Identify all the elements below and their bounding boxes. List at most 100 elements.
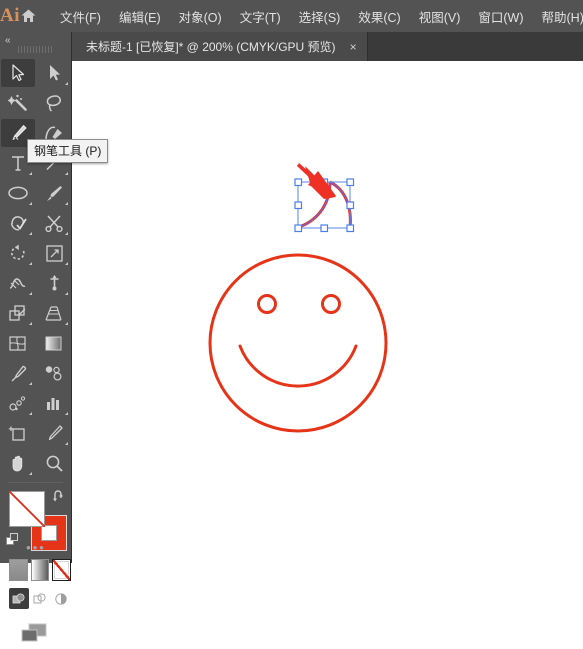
change-screen-mode-button[interactable] (19, 622, 49, 649)
menu-effect[interactable]: 效果(C) (349, 2, 409, 31)
screen-mode-controls (0, 612, 71, 649)
magnifier-icon (45, 454, 64, 473)
menu-item-list: 文件(F) 编辑(E) 对象(O) 文字(T) 选择(S) 效果(C) 视图(V… (51, 2, 583, 31)
tool-grid (0, 58, 71, 478)
menu-edit[interactable]: 编辑(E) (110, 2, 170, 31)
flyout-indicator (29, 172, 32, 175)
free-transform-tool[interactable] (37, 269, 71, 297)
panel-drag-handle[interactable] (18, 46, 54, 53)
menu-help[interactable]: 帮助(H) (533, 2, 583, 31)
artboard-canvas[interactable] (72, 61, 583, 563)
magic-wand-tool[interactable] (1, 89, 35, 117)
eyedropper-tool[interactable] (1, 359, 35, 387)
menu-bar: Ai 文件(F) 编辑(E) 对象(O) 文字(T) 选择(S) 效果(C) 视… (0, 0, 583, 32)
swap-fill-stroke-icon[interactable] (52, 489, 67, 508)
menu-window[interactable]: 窗口(W) (469, 2, 532, 31)
selection-tool[interactable] (1, 59, 35, 87)
document-tab[interactable]: 未标题-1 [已恢复]* @ 200% (CMYK/GPU 预览) × (72, 32, 368, 61)
lasso-tool[interactable] (37, 89, 71, 117)
menu-type[interactable]: 文字(T) (231, 2, 290, 31)
artboard-tool[interactable] (1, 419, 35, 447)
flyout-indicator (29, 292, 32, 295)
flyout-indicator (65, 292, 68, 295)
draw-inside-button[interactable] (51, 588, 71, 609)
artwork-svg (72, 61, 583, 563)
tools-panel: « (0, 32, 72, 563)
flyout-indicator (65, 172, 68, 175)
draw-normal-button[interactable] (9, 588, 29, 609)
symbol-sprayer-tool[interactable] (1, 389, 35, 417)
face-circle[interactable] (210, 255, 386, 431)
flyout-indicator (65, 202, 68, 205)
shape-builder-tool[interactable] (1, 299, 35, 327)
shaper-tool[interactable] (1, 209, 35, 237)
mouth-arc[interactable] (240, 346, 356, 386)
left-eye[interactable] (259, 296, 276, 313)
menu-select[interactable]: 选择(S) (290, 2, 350, 31)
menu-object[interactable]: 对象(O) (170, 2, 231, 31)
paintbrush-tool[interactable] (37, 179, 71, 207)
mesh-tool[interactable] (1, 329, 35, 357)
edit-toolbar-icon[interactable]: ••• (0, 540, 72, 555)
tools-panel-header: « (0, 32, 71, 58)
blend-icon (44, 364, 64, 383)
direct-selection-icon (48, 64, 61, 82)
paintbrush-icon (45, 184, 64, 203)
direct-selection-tool[interactable] (37, 59, 71, 87)
handle-bottom-center (321, 225, 328, 232)
zoom-tool[interactable] (37, 449, 71, 477)
collapse-panel-icon[interactable]: « (5, 35, 10, 46)
right-eye[interactable] (323, 296, 340, 313)
gradient-tool[interactable] (37, 329, 71, 357)
home-icon[interactable] (20, 8, 37, 24)
tool-tooltip: 钢笔工具 (P) (27, 139, 108, 163)
flyout-indicator (29, 412, 32, 415)
flyout-indicator (29, 262, 32, 265)
illustrator-window: Ai 文件(F) 编辑(E) 对象(O) 文字(T) 选择(S) 效果(C) 视… (0, 0, 583, 563)
perspective-grid-tool[interactable] (37, 299, 71, 327)
width-icon (8, 274, 28, 293)
flyout-indicator (65, 262, 68, 265)
fill-color-swatch[interactable] (9, 491, 45, 527)
ellipse-tool[interactable] (1, 179, 35, 207)
draw-behind-button[interactable] (30, 588, 50, 609)
tools-divider (8, 482, 63, 483)
gradient-icon (44, 334, 64, 353)
mesh-icon (8, 334, 28, 353)
flyout-indicator (29, 202, 32, 205)
draw-mode-buttons (0, 585, 71, 612)
none-mode-button[interactable] (52, 559, 71, 581)
menu-file[interactable]: 文件(F) (51, 2, 110, 31)
flyout-indicator (65, 232, 68, 235)
handle-bottom-left (295, 225, 302, 232)
slice-tool[interactable] (37, 419, 71, 447)
scale-tool[interactable] (37, 239, 71, 267)
hand-tool[interactable] (1, 449, 35, 477)
flyout-indicator (29, 232, 32, 235)
rotate-tool[interactable] (1, 239, 35, 267)
menu-view[interactable]: 视图(V) (410, 2, 470, 31)
red-arrow-pointer (297, 163, 336, 199)
scissors-icon (45, 214, 64, 233)
close-icon[interactable]: × (350, 41, 357, 53)
lasso-icon (45, 94, 64, 112)
rotate-icon (9, 244, 28, 263)
eyedropper-icon (9, 364, 28, 383)
scale-icon (45, 244, 64, 263)
width-tool[interactable] (1, 269, 35, 297)
scissors-tool[interactable] (37, 209, 71, 237)
handle-middle-left (295, 202, 302, 209)
paint-mode-buttons (0, 555, 71, 585)
pen-nib-icon (9, 124, 28, 143)
selection-arrow-icon (11, 64, 26, 82)
gradient-mode-button[interactable] (31, 559, 50, 581)
hand-icon (9, 454, 28, 473)
app-logo: Ai (0, 0, 20, 32)
blend-tool[interactable] (37, 359, 71, 387)
document-tab-title: 未标题-1 [已恢复]* @ 200% (CMYK/GPU 预览) (86, 38, 336, 55)
color-mode-button[interactable] (9, 559, 28, 581)
ellipse-icon (7, 185, 29, 201)
perspective-grid-icon (44, 304, 64, 323)
column-graph-tool[interactable] (37, 389, 71, 417)
column-graph-icon (44, 394, 64, 413)
